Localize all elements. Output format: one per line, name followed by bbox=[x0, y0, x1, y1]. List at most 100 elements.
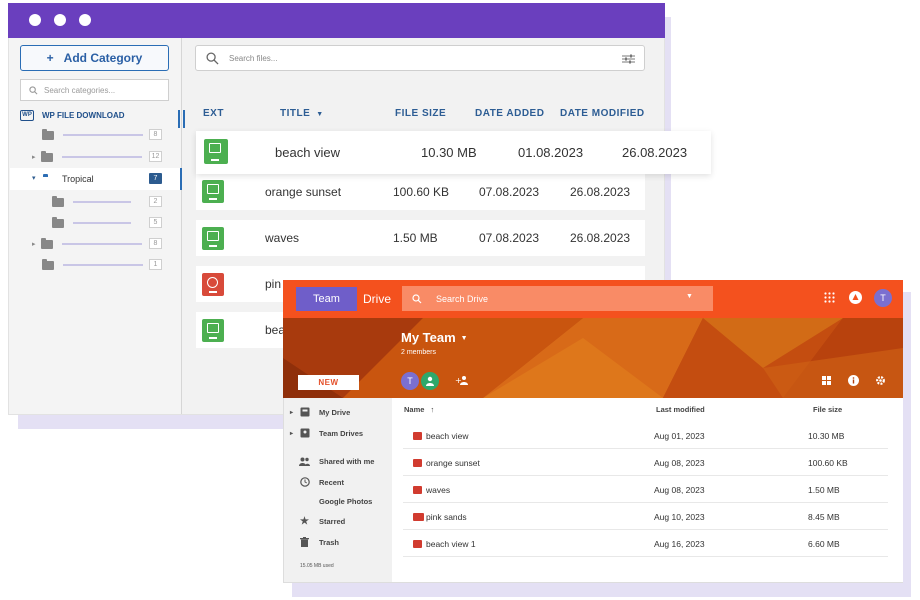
nav-team-drives[interactable]: ▸ Team Drives bbox=[284, 425, 392, 441]
filter-settings-icon[interactable] bbox=[622, 53, 635, 65]
star-icon: ★ bbox=[300, 515, 309, 527]
root-category-label: WP FILE DOWNLOAD bbox=[42, 110, 125, 120]
window-dot-icon[interactable] bbox=[54, 14, 66, 26]
member-avatar[interactable]: T bbox=[401, 372, 419, 390]
column-date-added[interactable]: DATE ADDED bbox=[475, 108, 544, 119]
column-date-modified[interactable]: DATE MODIFIED bbox=[560, 108, 645, 119]
placeholder-line bbox=[73, 222, 131, 224]
root-category[interactable]: WP WP FILE DOWNLOAD bbox=[20, 108, 180, 122]
expand-caret-icon[interactable]: ▸ bbox=[290, 430, 293, 437]
file-title: pin bbox=[265, 277, 282, 291]
apps-grid-icon[interactable] bbox=[824, 292, 835, 303]
item-count: 5 bbox=[149, 217, 162, 228]
clock-icon bbox=[299, 477, 310, 488]
column-title-label: TITLE bbox=[280, 108, 311, 119]
grid-view-icon[interactable] bbox=[822, 376, 831, 385]
nav-google-photos[interactable]: Google Photos bbox=[284, 493, 392, 509]
new-button[interactable]: NEW bbox=[298, 375, 359, 390]
team-title[interactable]: My Team ▼ bbox=[401, 330, 468, 345]
add-member-icon[interactable]: + bbox=[455, 375, 470, 386]
column-ext[interactable]: EXT bbox=[203, 108, 224, 119]
drive-sidebar: ▸ My Drive ▸ Team Drives Shared with me … bbox=[284, 398, 392, 582]
image-file-icon bbox=[413, 432, 422, 440]
expand-caret-icon[interactable]: ▸ bbox=[290, 409, 293, 416]
search-files-input[interactable]: Search files... bbox=[195, 45, 645, 71]
file-title: beach view bbox=[275, 145, 341, 160]
team-members-count: 2 members bbox=[401, 349, 437, 356]
file-title: orange sunset bbox=[265, 185, 342, 199]
tree-item[interactable]: ▸ bbox=[32, 150, 142, 164]
search-icon bbox=[206, 51, 219, 65]
column-file-size[interactable]: FILE SIZE bbox=[395, 108, 446, 119]
drive-file-row[interactable]: pink sands Aug 10, 2023 8.45 MB bbox=[403, 503, 888, 530]
sort-down-icon: ▼ bbox=[316, 111, 324, 118]
file-size: 10.30 MB bbox=[421, 145, 477, 160]
drive-file-row[interactable]: waves Aug 08, 2023 1.50 MB bbox=[403, 476, 888, 503]
collapse-caret-icon[interactable]: ▾ bbox=[32, 174, 36, 182]
notifications-icon[interactable] bbox=[849, 291, 862, 304]
search-options-dropdown-icon[interactable]: ▼ bbox=[686, 293, 693, 300]
tree-item[interactable] bbox=[42, 258, 143, 272]
tree-item[interactable] bbox=[52, 195, 131, 209]
sort-up-arrow-icon: ↑ bbox=[430, 405, 435, 414]
nav-starred[interactable]: ★ Starred bbox=[284, 513, 392, 529]
drive-file-row[interactable]: beach view 1 Aug 16, 2023 6.60 MB bbox=[403, 530, 888, 557]
drive-file-row[interactable]: beach view Aug 01, 2023 10.30 MB bbox=[403, 422, 888, 449]
file-name: waves bbox=[426, 485, 451, 495]
expand-caret-icon[interactable]: ▸ bbox=[32, 153, 36, 161]
team-banner bbox=[283, 318, 903, 398]
info-icon[interactable] bbox=[848, 375, 859, 386]
add-category-button[interactable]: + Add Category bbox=[20, 45, 169, 71]
nav-my-drive[interactable]: ▸ My Drive bbox=[284, 404, 392, 420]
column-file-size[interactable]: File size bbox=[813, 405, 842, 414]
nav-recent[interactable]: Recent bbox=[284, 474, 392, 490]
column-last-modified[interactable]: Last modified bbox=[656, 405, 705, 414]
expand-caret-icon[interactable]: ▸ bbox=[32, 240, 36, 248]
placeholder-line bbox=[61, 243, 142, 245]
file-title: waves bbox=[265, 231, 300, 245]
image-file-icon bbox=[202, 319, 224, 342]
pane-resize-handle[interactable] bbox=[178, 110, 180, 128]
file-date-modified: 26.08.2023 bbox=[570, 231, 631, 245]
window-dot-icon[interactable] bbox=[79, 14, 91, 26]
team-button[interactable]: Team bbox=[296, 287, 357, 311]
wp-file-download-logo-icon: WP bbox=[20, 109, 34, 121]
search-categories-placeholder: Search categories... bbox=[44, 85, 116, 95]
tree-item-label: Tropical bbox=[62, 174, 94, 184]
file-modified: Aug 16, 2023 bbox=[654, 539, 705, 549]
tree-item[interactable]: ▸ bbox=[32, 237, 142, 251]
file-row[interactable]: orange sunset 100.60 KB 07.08.2023 26.08… bbox=[196, 174, 645, 210]
placeholder-line bbox=[73, 201, 131, 203]
column-name[interactable]: Name ↑ bbox=[404, 405, 434, 414]
file-date-added: 01.08.2023 bbox=[518, 145, 584, 160]
item-count: 2 bbox=[149, 196, 162, 207]
person-icon bbox=[426, 376, 434, 386]
file-modified: Aug 08, 2023 bbox=[654, 458, 705, 468]
member-avatar-icon[interactable] bbox=[421, 372, 439, 390]
item-count: 8 bbox=[149, 129, 162, 140]
image-file-icon bbox=[204, 139, 228, 164]
folder-icon bbox=[42, 128, 54, 140]
folder-icon bbox=[52, 216, 64, 228]
drive-file-row[interactable]: orange sunset Aug 08, 2023 100.60 KB bbox=[403, 449, 888, 476]
nav-label: Trash bbox=[319, 537, 340, 547]
window-dot-icon[interactable] bbox=[29, 14, 41, 26]
item-count: 8 bbox=[149, 238, 162, 249]
user-avatar[interactable]: T bbox=[874, 289, 892, 307]
image-file-icon bbox=[413, 486, 422, 494]
tree-item-tropical[interactable]: ▾ Tropical 7 bbox=[10, 168, 182, 190]
settings-gear-icon[interactable] bbox=[875, 375, 886, 386]
column-title[interactable]: TITLE ▼ bbox=[280, 108, 324, 119]
placeholder-line bbox=[63, 134, 143, 136]
file-row[interactable]: waves 1.50 MB 07.08.2023 26.08.2023 bbox=[196, 220, 645, 256]
nav-shared-with-me[interactable]: Shared with me bbox=[284, 453, 392, 469]
tree-item[interactable] bbox=[52, 216, 131, 230]
file-row-selected[interactable]: beach view 10.30 MB 01.08.2023 26.08.202… bbox=[196, 131, 711, 174]
file-modified: Aug 08, 2023 bbox=[654, 485, 705, 495]
pane-resize-handle[interactable] bbox=[183, 110, 185, 128]
search-drive-input[interactable]: Search Drive ▼ bbox=[402, 286, 713, 311]
nav-trash[interactable]: Trash bbox=[284, 534, 392, 550]
file-size: 100.60 KB bbox=[393, 185, 450, 199]
tree-item[interactable] bbox=[42, 128, 143, 142]
search-categories-input[interactable]: Search categories... bbox=[20, 79, 169, 101]
